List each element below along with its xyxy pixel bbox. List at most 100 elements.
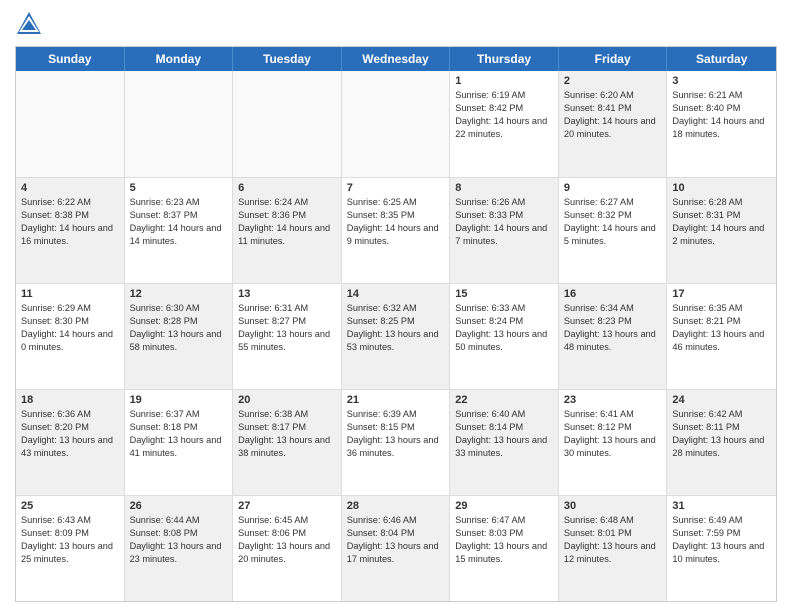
cal-cell: 24 Sunrise: 6:42 AM Sunset: 8:11 PM Dayli… [667,390,776,495]
day-number: 1 [455,75,553,87]
cell-text: Sunrise: 6:47 AM Sunset: 8:03 PM Dayligh… [455,514,553,566]
cal-cell: 20Sunrise: 6:38 AM Sunset: 8:17 PM Dayli… [233,390,342,495]
cell-text: Sunrise: 6:30 AM Sunset: 8:28 PM Dayligh… [130,302,228,354]
cell-text: Sunrise: 6:28 AM Sunset: 8:31 PM Dayligh… [672,196,771,248]
day-number: 13 [238,288,336,300]
cal-cell [16,71,125,177]
cal-row-3: 11 Sunrise: 6:29 AM Sunset: 8:30 PM Dayli… [16,283,776,389]
cal-header-wednesday: Wednesday [342,47,451,71]
day-number: 31 [672,500,771,512]
cell-text: Sunrise: 6:29 AM Sunset: 8:30 PM Dayligh… [21,302,119,354]
cal-cell: 2 Sunrise: 6:20 AM Sunset: 8:41 PM Daylig… [559,71,668,177]
day-number: 15 [455,288,553,300]
cal-row-1: 1 Sunrise: 6:19 AM Sunset: 8:42 PM Daylig… [16,71,776,177]
day-number: 10 [672,182,771,194]
day-number: 14 [347,288,445,300]
cell-text: Sunrise: 6:19 AM Sunset: 8:42 PM Dayligh… [455,89,553,141]
cal-cell: 10 Sunrise: 6:28 AM Sunset: 8:31 PM Dayli… [667,178,776,283]
cal-cell: 26 Sunrise: 6:44 AM Sunset: 8:08 PM Dayli… [125,496,234,601]
cal-cell: 3 Sunrise: 6:21 AM Sunset: 8:40 PM Daylig… [667,71,776,177]
day-number: 22 [455,394,553,406]
calendar-body: 1 Sunrise: 6:19 AM Sunset: 8:42 PM Daylig… [16,71,776,601]
cal-cell: 22Sunrise: 6:40 AM Sunset: 8:14 PM Dayli… [450,390,559,495]
cal-cell [233,71,342,177]
cal-cell: 17 Sunrise: 6:35 AM Sunset: 8:21 PM Dayli… [667,284,776,389]
cell-text: Sunrise: 6:22 AM Sunset: 8:38 PM Dayligh… [21,196,119,248]
cell-text: Sunrise: 6:48 AM Sunset: 8:01 PM Dayligh… [564,514,662,566]
cal-cell: 21 Sunrise: 6:39 AM Sunset: 8:15 PM Dayli… [342,390,451,495]
day-number: 7 [347,182,445,194]
cell-text: Sunrise: 6:31 AM Sunset: 8:27 PM Dayligh… [238,302,336,354]
cal-header-thursday: Thursday [450,47,559,71]
cal-row-4: 18 Sunrise: 6:36 AM Sunset: 8:20 PM Dayli… [16,389,776,495]
cell-text: Sunrise: 6:23 AM Sunset: 8:37 PM Dayligh… [130,196,228,248]
logo [15,10,47,38]
day-number: 29 [455,500,553,512]
cal-cell: 7 Sunrise: 6:25 AM Sunset: 8:35 PM Daylig… [342,178,451,283]
cal-cell: 30 Sunrise: 6:48 AM Sunset: 8:01 PM Dayli… [559,496,668,601]
cal-cell [342,71,451,177]
cal-cell: 1 Sunrise: 6:19 AM Sunset: 8:42 PM Daylig… [450,71,559,177]
cal-cell: 31 Sunrise: 6:49 AM Sunset: 7:59 PM Dayli… [667,496,776,601]
cell-text: Sunrise: 6:27 AM Sunset: 8:32 PM Dayligh… [564,196,662,248]
cell-text: Sunrise: 6:20 AM Sunset: 8:41 PM Dayligh… [564,89,662,141]
cal-cell: 16Sunrise: 6:34 AM Sunset: 8:23 PM Dayli… [559,284,668,389]
cell-text: Sunrise: 6:46 AM Sunset: 8:04 PM Dayligh… [347,514,445,566]
cal-row-2: 4 Sunrise: 6:22 AM Sunset: 8:38 PM Daylig… [16,177,776,283]
day-number: 23 [564,394,662,406]
day-number: 2 [564,75,662,87]
cell-text: Sunrise: 6:24 AM Sunset: 8:36 PM Dayligh… [238,196,336,248]
cal-row-5: 25 Sunrise: 6:43 AM Sunset: 8:09 PM Dayli… [16,495,776,601]
calendar-header: SundayMondayTuesdayWednesdayThursdayFrid… [16,47,776,71]
cal-cell: 14 Sunrise: 6:32 AM Sunset: 8:25 PM Dayli… [342,284,451,389]
day-number: 11 [21,288,119,300]
cell-text: Sunrise: 6:41 AM Sunset: 8:12 PM Dayligh… [564,408,662,460]
cal-cell: 8Sunrise: 6:26 AM Sunset: 8:33 PM Daylig… [450,178,559,283]
cell-text: Sunrise: 6:25 AM Sunset: 8:35 PM Dayligh… [347,196,445,248]
day-number: 12 [130,288,228,300]
day-number: 3 [672,75,771,87]
page: SundayMondayTuesdayWednesdayThursdayFrid… [0,0,792,612]
day-number: 21 [347,394,445,406]
cell-text: Sunrise: 6:36 AM Sunset: 8:20 PM Dayligh… [21,408,119,460]
day-number: 18 [21,394,119,406]
day-number: 9 [564,182,662,194]
cal-cell: 15 Sunrise: 6:33 AM Sunset: 8:24 PM Dayli… [450,284,559,389]
cell-text: Sunrise: 6:43 AM Sunset: 8:09 PM Dayligh… [21,514,119,566]
day-number: 19 [130,394,228,406]
cell-text: Sunrise: 6:45 AM Sunset: 8:06 PM Dayligh… [238,514,336,566]
cal-header-sunday: Sunday [16,47,125,71]
day-number: 8 [455,182,553,194]
day-number: 6 [238,182,336,194]
cell-text: Sunrise: 6:38 AM Sunset: 8:17 PM Dayligh… [238,408,336,460]
logo-icon [15,10,43,38]
cal-cell: 29 Sunrise: 6:47 AM Sunset: 8:03 PM Dayli… [450,496,559,601]
cal-cell: 12 Sunrise: 6:30 AM Sunset: 8:28 PM Dayli… [125,284,234,389]
day-number: 30 [564,500,662,512]
cal-cell: 11 Sunrise: 6:29 AM Sunset: 8:30 PM Dayli… [16,284,125,389]
cal-cell: 28Sunrise: 6:46 AM Sunset: 8:04 PM Dayli… [342,496,451,601]
cell-text: Sunrise: 6:32 AM Sunset: 8:25 PM Dayligh… [347,302,445,354]
cal-header-saturday: Saturday [667,47,776,71]
day-number: 24 [672,394,771,406]
cal-cell: 13 Sunrise: 6:31 AM Sunset: 8:27 PM Dayli… [233,284,342,389]
cal-cell: 27Sunrise: 6:45 AM Sunset: 8:06 PM Dayli… [233,496,342,601]
cell-text: Sunrise: 6:44 AM Sunset: 8:08 PM Dayligh… [130,514,228,566]
cell-text: Sunrise: 6:49 AM Sunset: 7:59 PM Dayligh… [672,514,771,566]
cell-text: Sunrise: 6:39 AM Sunset: 8:15 PM Dayligh… [347,408,445,460]
cal-cell: 25 Sunrise: 6:43 AM Sunset: 8:09 PM Dayli… [16,496,125,601]
day-number: 26 [130,500,228,512]
cal-header-tuesday: Tuesday [233,47,342,71]
day-number: 17 [672,288,771,300]
cal-cell: 4 Sunrise: 6:22 AM Sunset: 8:38 PM Daylig… [16,178,125,283]
cell-text: Sunrise: 6:42 AM Sunset: 8:11 PM Dayligh… [672,408,771,460]
day-number: 4 [21,182,119,194]
cell-text: Sunrise: 6:21 AM Sunset: 8:40 PM Dayligh… [672,89,771,141]
header [15,10,777,38]
cal-cell: 19Sunrise: 6:37 AM Sunset: 8:18 PM Dayli… [125,390,234,495]
cell-text: Sunrise: 6:35 AM Sunset: 8:21 PM Dayligh… [672,302,771,354]
day-number: 25 [21,500,119,512]
cell-text: Sunrise: 6:33 AM Sunset: 8:24 PM Dayligh… [455,302,553,354]
day-number: 5 [130,182,228,194]
day-number: 16 [564,288,662,300]
